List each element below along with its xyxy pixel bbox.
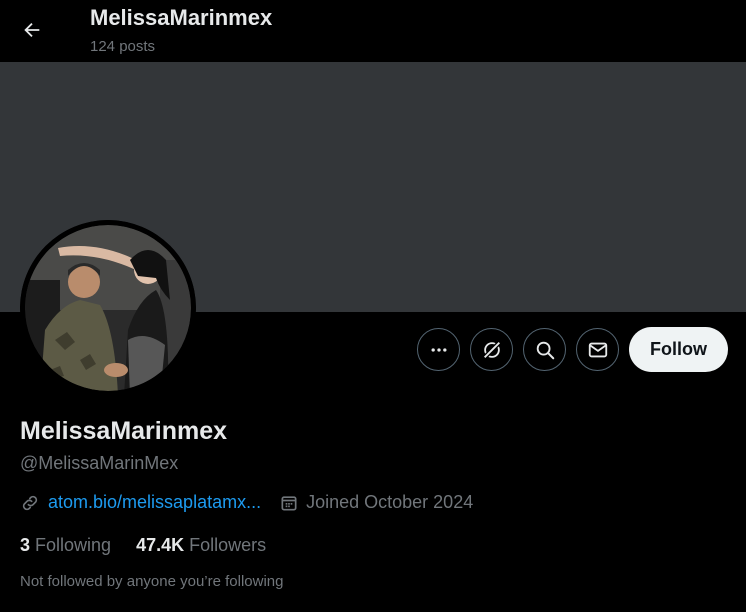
- avatar[interactable]: [20, 220, 196, 396]
- profile-meta: atom.bio/melissaplatamx... Joined Octobe…: [20, 492, 473, 513]
- display-name: MelissaMarinmex: [20, 417, 228, 445]
- search-button[interactable]: [523, 328, 566, 371]
- calendar-icon: [279, 493, 299, 513]
- avatar-photo: [20, 220, 196, 396]
- profile-actions: Follow: [417, 327, 728, 372]
- followers-link[interactable]: 47.4K Followers: [136, 535, 266, 556]
- grok-button[interactable]: [470, 328, 513, 371]
- profile-link[interactable]: atom.bio/melissaplatamx...: [48, 492, 261, 513]
- joined-date: Joined October 2024: [306, 492, 474, 512]
- link-icon: [22, 495, 38, 510]
- more-icon: [431, 347, 446, 352]
- top-header: MelissaMarinmex 124 posts: [0, 0, 746, 62]
- envelope-icon: [588, 342, 607, 357]
- message-button[interactable]: [576, 328, 619, 371]
- more-button[interactable]: [417, 328, 460, 371]
- followers-count: 47.4K: [136, 535, 185, 555]
- following-label: Following: [35, 535, 112, 555]
- header-title: MelissaMarinmex: [90, 5, 273, 30]
- not-followed-note: Not followed by anyone you’re following: [20, 573, 284, 590]
- following-link[interactable]: 3 Following: [20, 535, 111, 556]
- search-icon: [536, 341, 554, 359]
- user-handle: @MelissaMarinMex: [20, 453, 179, 473]
- follow-stats: 3 Following 47.4K Followers: [20, 535, 266, 556]
- grok-icon: [482, 340, 501, 359]
- following-count: 3: [20, 535, 31, 555]
- followers-label: Followers: [189, 535, 267, 555]
- follow-button[interactable]: Follow: [629, 327, 728, 372]
- posts-count: 124 posts: [90, 38, 156, 55]
- back-button[interactable]: [14, 12, 50, 48]
- back-arrow-icon: [24, 22, 40, 38]
